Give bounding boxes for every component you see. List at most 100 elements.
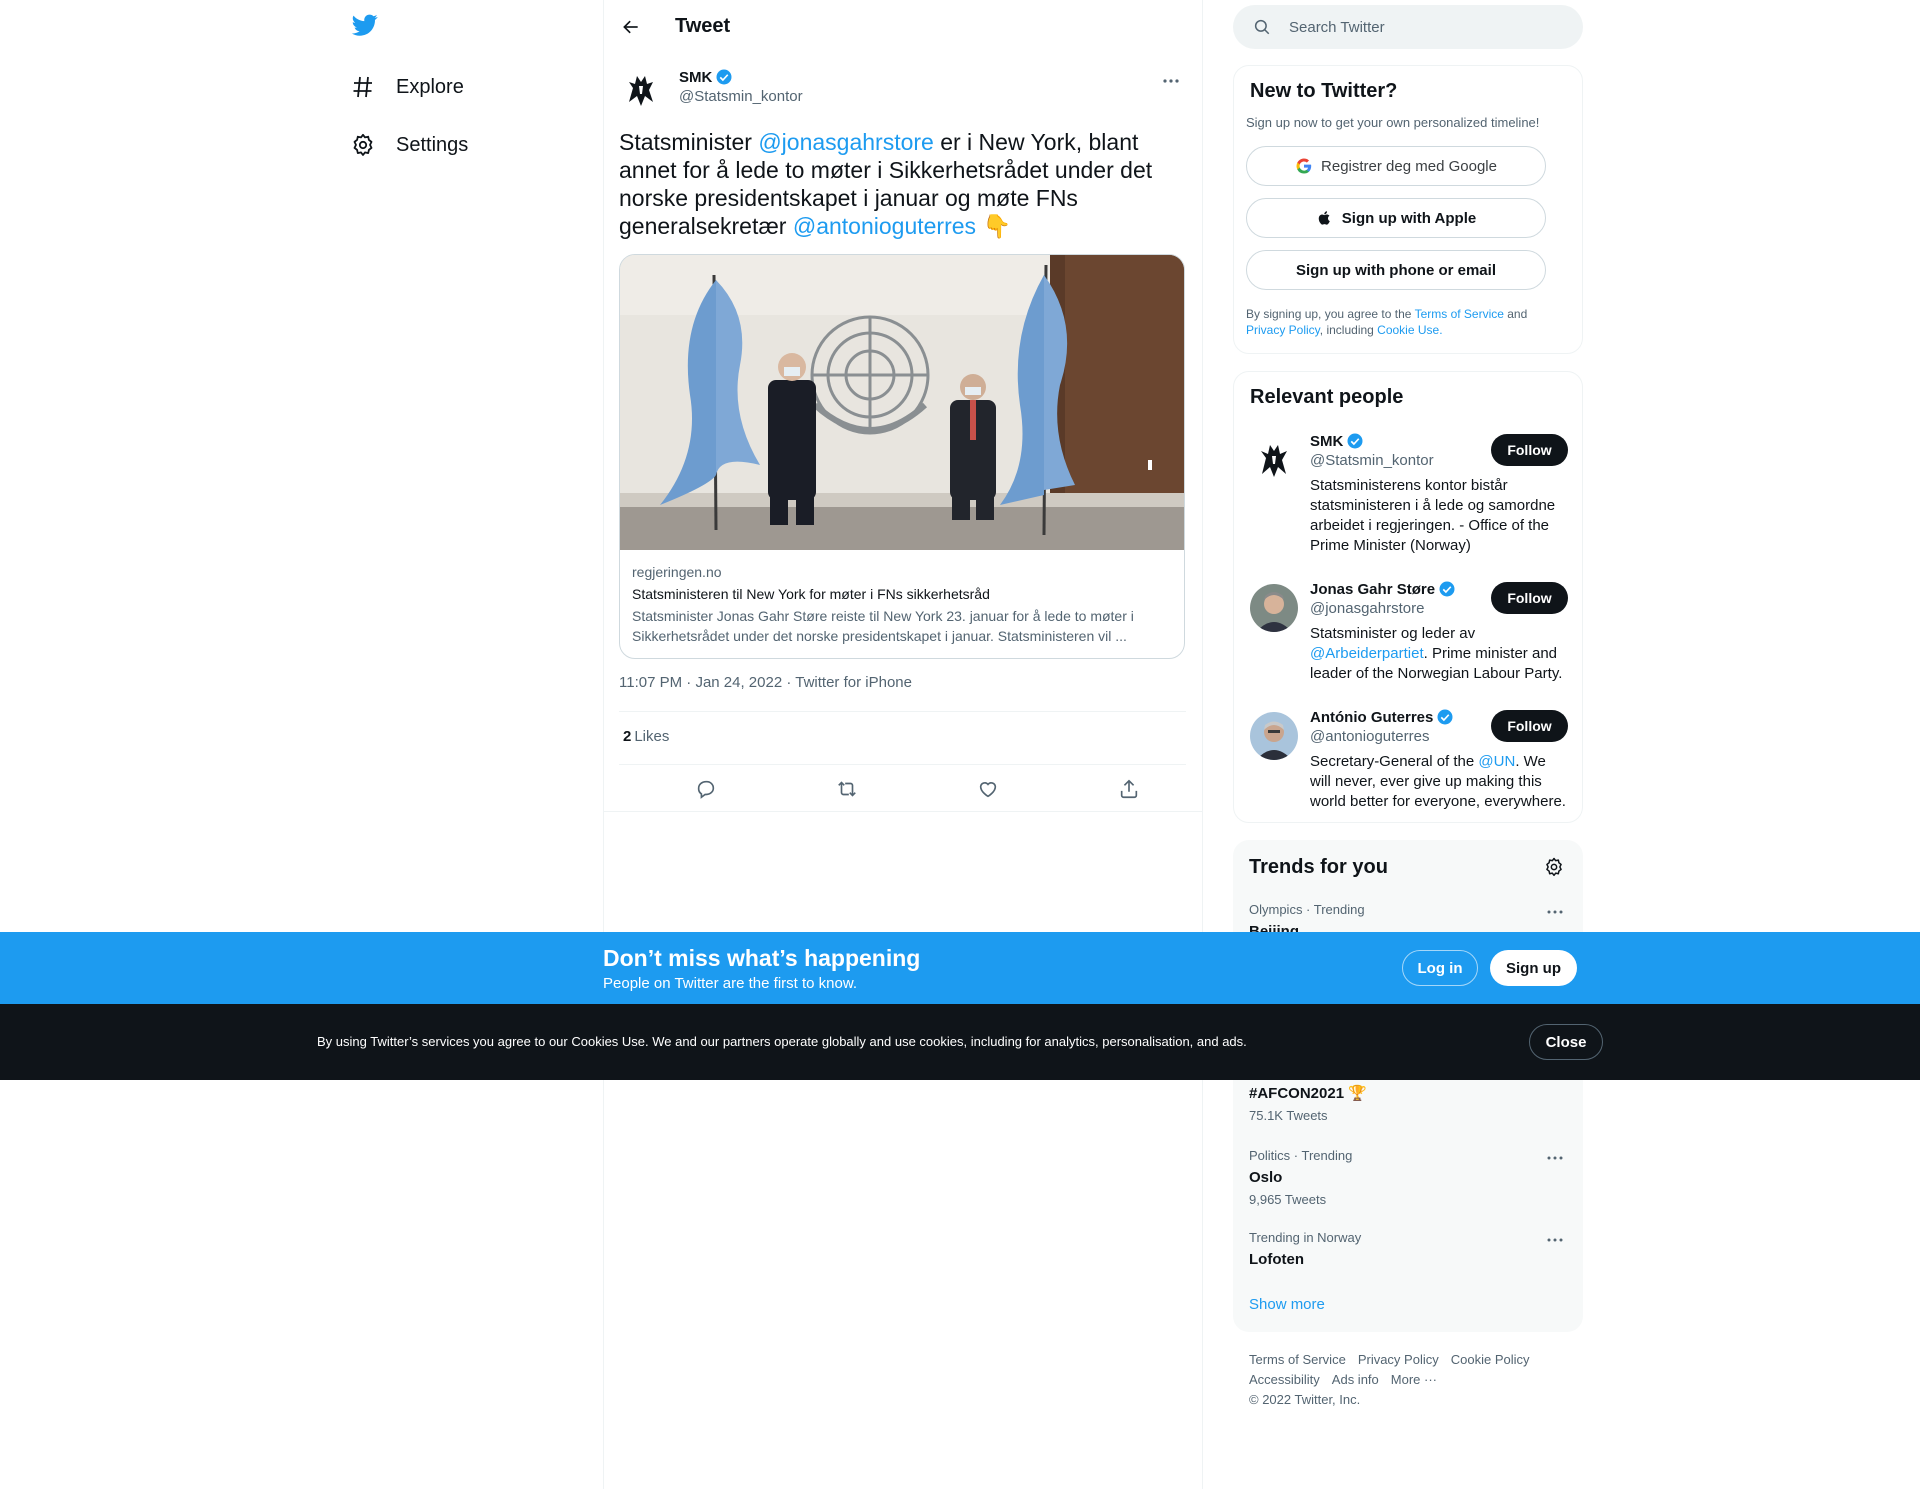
avatar[interactable]	[1250, 712, 1298, 760]
likes-label: Likes	[634, 728, 670, 745]
likes-count[interactable]: 2 Likes	[623, 728, 669, 745]
follow-button[interactable]: Follow	[1491, 434, 1568, 466]
new-to-twitter-panel: New to Twitter? Sign up now to get your …	[1233, 65, 1583, 354]
retweet-button[interactable]	[832, 774, 862, 804]
footer-link[interactable]: Ads info	[1332, 1372, 1379, 1387]
more-options-button[interactable]	[1156, 68, 1186, 94]
reply-icon	[697, 780, 715, 799]
cookie-use-link[interactable]: Cookie Use.	[1377, 323, 1442, 337]
back-button[interactable]	[617, 13, 645, 41]
person-bio: Statsministerens kontor bistår statsmini…	[1310, 477, 1556, 554]
person-name-text: António Guterres	[1310, 708, 1434, 726]
trend-meta: Trending in Norway	[1249, 1230, 1362, 1245]
trend-count: 9,965 Tweets	[1249, 1192, 1327, 1207]
terms-link[interactable]: Terms of Service	[1415, 307, 1504, 321]
search-box[interactable]	[1233, 5, 1583, 49]
left-divider	[603, 0, 604, 1489]
author-name[interactable]: SMK	[679, 68, 733, 86]
legal-prefix: By signing up, you agree to the	[1246, 307, 1415, 321]
tweet-date[interactable]: Jan 24, 2022	[695, 674, 782, 691]
twitter-logo-icon[interactable]	[350, 12, 384, 46]
tweet-source[interactable]: Twitter for iPhone	[795, 674, 912, 691]
apple-signup-button[interactable]: Sign up with Apple	[1246, 198, 1546, 238]
legal-and: and	[1503, 307, 1528, 321]
person-item[interactable]: António Guterres @antonioguterres Secret…	[1250, 708, 1568, 818]
google-icon	[1295, 157, 1313, 175]
arrow-left-icon	[623, 20, 638, 34]
verified-badge-icon	[1439, 581, 1455, 597]
trend-more-button[interactable]	[1543, 1230, 1567, 1250]
trend-more-button[interactable]	[1543, 1148, 1567, 1168]
tweet-author: SMK @Statsmin_kontor	[619, 66, 1186, 116]
trend-name: #AFCON2021 🏆	[1249, 1085, 1367, 1102]
more-icon	[1163, 79, 1179, 83]
google-signup-button[interactable]: Registrer deg med Google	[1246, 146, 1546, 186]
tweet-time[interactable]: 11:07 PM	[619, 674, 682, 691]
footer-link[interactable]: Privacy Policy	[1358, 1352, 1439, 1367]
avatar[interactable]	[1250, 436, 1298, 484]
bio-mention-link[interactable]: @UN	[1478, 753, 1515, 770]
person-item[interactable]: Jonas Gahr Støre @jonasgahrstore Statsmi…	[1250, 580, 1568, 690]
likes-number: 2	[623, 728, 632, 745]
apple-signup-label: Sign up with Apple	[1341, 209, 1477, 227]
search-input[interactable]	[1289, 18, 1549, 36]
verified-badge-icon	[1347, 433, 1363, 449]
tweet-meta: 11:07 PM · Jan 24, 2022 · Twitter for iP…	[619, 674, 912, 691]
author-avatar[interactable]	[619, 68, 663, 112]
footer-link[interactable]: Accessibility	[1249, 1372, 1320, 1387]
link-card[interactable]: regjeringen.no Statsministeren til New Y…	[619, 254, 1185, 659]
phone-email-signup-button[interactable]: Sign up with phone or email	[1246, 250, 1546, 290]
signup-legal-text: By signing up, you agree to the Terms of…	[1246, 306, 1566, 338]
verified-badge-icon	[716, 69, 732, 85]
person-name: António Guterres	[1310, 708, 1454, 726]
trend-item[interactable]: Politics · Trending Oslo 9,965 Tweets	[1249, 1148, 1567, 1207]
author-handle[interactable]: @Statsmin_kontor	[679, 88, 803, 105]
person-name-text: SMK	[1310, 432, 1344, 450]
bio-mention-link[interactable]: @Arbeiderpartiet	[1310, 645, 1424, 662]
nav-settings-label: Settings	[396, 133, 469, 156]
nav-explore[interactable]: Explore	[350, 63, 464, 111]
person-handle: @jonasgahrstore	[1310, 600, 1425, 617]
footer-link[interactable]: Terms of Service	[1249, 1352, 1346, 1367]
trend-item[interactable]: Trending in Norway Lofoten	[1249, 1230, 1567, 1268]
more-icon	[1547, 910, 1563, 914]
relevant-people-panel: Relevant people SMK @Statsmin_kontor Sta…	[1233, 371, 1583, 823]
reply-button[interactable]	[691, 774, 721, 804]
signup-promo-bar: Don’t miss what’s happening People on Tw…	[0, 932, 1920, 1004]
page-title: Tweet	[675, 15, 731, 37]
gear-icon	[1546, 857, 1562, 877]
pointing-down-emoji: 👇	[982, 213, 1012, 239]
card-domain: regjeringen.no	[632, 564, 722, 580]
person-item[interactable]: SMK @Statsmin_kontor Statsministerens ko…	[1250, 432, 1568, 562]
nav-explore-label: Explore	[396, 75, 464, 98]
person-name: SMK	[1310, 432, 1364, 450]
login-button[interactable]: Log in	[1402, 950, 1478, 986]
person-bio: Secretary-General of the @UN. We will ne…	[1310, 752, 1570, 812]
close-button[interactable]: Close	[1529, 1024, 1603, 1060]
divider	[619, 764, 1186, 765]
mention-link[interactable]: @jonasgahrstore	[758, 129, 934, 155]
signup-button[interactable]: Sign up	[1490, 950, 1577, 986]
follow-button[interactable]: Follow	[1491, 710, 1568, 742]
trend-name: Lofoten	[1249, 1251, 1304, 1268]
trends-title: Trends for you	[1249, 856, 1388, 878]
footer-links: Terms of Service Privacy Policy Cookie Pol…	[1249, 1350, 1579, 1410]
privacy-link[interactable]: Privacy Policy	[1246, 323, 1320, 337]
follow-button[interactable]: Follow	[1491, 582, 1568, 614]
trend-more-button[interactable]	[1543, 902, 1567, 922]
trend-meta: Politics · Trending	[1249, 1148, 1353, 1163]
avatar[interactable]	[1250, 584, 1298, 632]
retweet-icon	[838, 781, 856, 797]
google-signup-label: Registrer deg med Google	[1321, 157, 1497, 175]
trend-count: 75.1K Tweets	[1249, 1108, 1328, 1123]
gear-icon	[350, 132, 376, 158]
footer-link[interactable]: More ···	[1391, 1372, 1437, 1387]
trends-settings-button[interactable]	[1541, 854, 1567, 880]
trend-item[interactable]: #AFCON2021 🏆 75.1K Tweets	[1249, 1084, 1567, 1123]
mention-link[interactable]: @antonioguterres	[793, 213, 976, 239]
like-button[interactable]	[973, 774, 1003, 804]
footer-link[interactable]: Cookie Policy	[1451, 1352, 1530, 1367]
show-more-link[interactable]: Show more	[1249, 1296, 1325, 1313]
nav-settings[interactable]: Settings	[350, 121, 468, 169]
share-button[interactable]	[1114, 774, 1144, 804]
